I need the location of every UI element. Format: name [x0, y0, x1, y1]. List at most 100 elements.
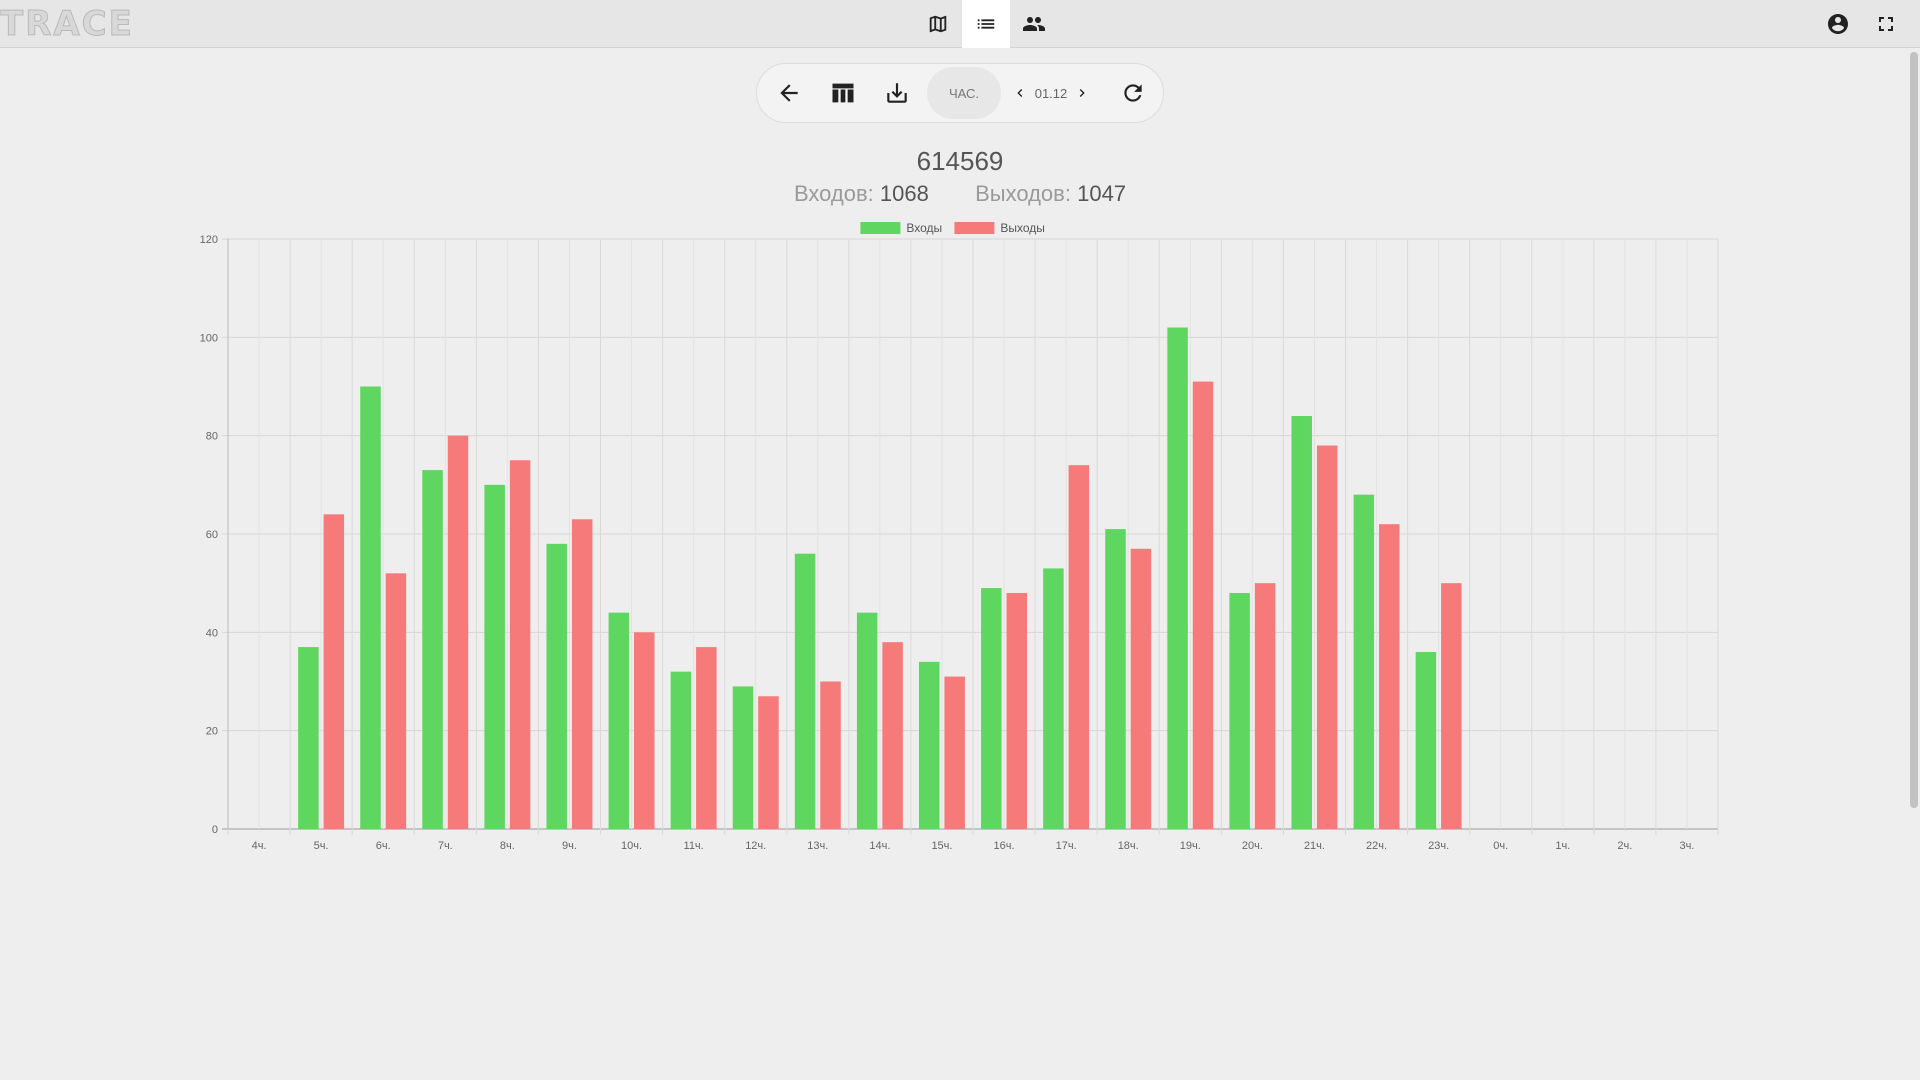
legend-label-entries[interactable]: Входы: [906, 221, 942, 235]
legend-label-exits[interactable]: Выходы: [1000, 221, 1045, 235]
tab-people[interactable]: [1010, 0, 1058, 48]
chevron-right-icon: [1079, 89, 1085, 97]
bar-entries[interactable]: [1229, 593, 1250, 829]
x-tick-label: 19ч.: [1180, 840, 1201, 852]
x-tick-label: 23ч.: [1428, 840, 1449, 852]
bar-entries[interactable]: [608, 612, 630, 829]
current-date[interactable]: 01.12: [1031, 86, 1071, 101]
x-tick-label: 4ч.: [252, 840, 267, 852]
x-tick-label: 13ч.: [807, 840, 828, 852]
bar-entries[interactable]: [1105, 529, 1126, 829]
x-tick-label: 1ч.: [1555, 840, 1570, 852]
bar-exits[interactable]: [509, 460, 531, 829]
bar-exits[interactable]: [1068, 465, 1090, 829]
bar-entries[interactable]: [670, 671, 692, 829]
account-button[interactable]: [1814, 0, 1862, 48]
x-tick-label: 11ч.: [684, 840, 704, 852]
x-tick-label: 21ч.: [1304, 840, 1325, 852]
bar-exits[interactable]: [634, 632, 655, 829]
bar-entries[interactable]: [1291, 416, 1312, 829]
bar-entries[interactable]: [1043, 568, 1064, 829]
list-icon: [977, 19, 995, 29]
bar-exits[interactable]: [1379, 524, 1400, 829]
refresh-button[interactable]: [1107, 67, 1159, 119]
date-navigator: 01.12: [1009, 73, 1093, 113]
bar-exits[interactable]: [696, 647, 717, 829]
x-tick-label: 12ч.: [745, 840, 766, 852]
x-tick-label: 15ч.: [931, 840, 952, 852]
bar-exits[interactable]: [1254, 583, 1276, 829]
y-tick-label: 20: [206, 726, 218, 738]
bar-exits[interactable]: [571, 519, 593, 829]
bar-exits[interactable]: [385, 573, 407, 829]
bar-exits[interactable]: [1192, 381, 1214, 829]
fullscreen-button[interactable]: [1862, 0, 1910, 48]
legend-swatch-exits[interactable]: [954, 222, 995, 234]
bar-entries[interactable]: [422, 470, 443, 829]
bar-entries[interactable]: [1353, 494, 1375, 829]
bar-exits[interactable]: [882, 642, 903, 829]
x-tick-label: 17ч.: [1056, 840, 1077, 852]
columns-icon: [832, 83, 854, 103]
account-icon: [1828, 14, 1848, 34]
people-icon: [1023, 17, 1045, 31]
hourly-bar-chart: 0 20 40 60 80 100 120 4ч. 5ч. 6ч. 7ч. 8ч. 9ч. 10ч. 11ч…: [200, 221, 1719, 852]
x-tick-label: 2ч.: [1617, 840, 1632, 852]
bar-exits[interactable]: [944, 676, 965, 829]
y-tick-label: 120: [200, 234, 218, 246]
exits-value: 1047: [1077, 181, 1127, 206]
bar-exits[interactable]: [758, 696, 779, 829]
columns-button[interactable]: [817, 67, 869, 119]
scrollbar-thumb[interactable]: [1910, 52, 1918, 808]
nav-tabs: [914, 0, 1058, 48]
x-tick-label: 6ч.: [376, 840, 391, 852]
fullscreen-icon: [1879, 17, 1893, 31]
y-tick-label: 60: [206, 529, 218, 541]
bar-entries[interactable]: [794, 553, 816, 829]
refresh-icon: [1124, 84, 1142, 102]
download-icon: [887, 83, 907, 103]
next-date-button[interactable]: [1071, 73, 1093, 113]
bar-exits[interactable]: [1006, 593, 1028, 829]
bar-entries[interactable]: [484, 484, 505, 829]
report-header: 614569 Входов: 1068 Выходов: 1047: [0, 146, 1920, 210]
x-tick-label: 20ч.: [1242, 840, 1263, 852]
bar-exits[interactable]: [1130, 548, 1152, 829]
x-tick-label: 5ч.: [314, 840, 329, 852]
bar-exits[interactable]: [323, 514, 345, 829]
report-toolbar: ЧАС. 01.12: [756, 63, 1164, 123]
chevron-left-icon: [1017, 89, 1023, 97]
bar-entries[interactable]: [856, 612, 878, 829]
top-right-actions: [1814, 0, 1910, 48]
prev-date-button[interactable]: [1009, 73, 1031, 113]
bar-exits[interactable]: [447, 435, 469, 829]
period-selector[interactable]: ЧАС.: [927, 67, 1001, 119]
tab-list[interactable]: [962, 0, 1010, 48]
bar-entries[interactable]: [546, 543, 567, 829]
x-tick-label: 16ч.: [994, 840, 1015, 852]
entries-value: 1068: [879, 181, 929, 206]
tab-map[interactable]: [914, 0, 962, 48]
entries-label: Входов:: [793, 181, 874, 206]
bar-entries[interactable]: [732, 686, 754, 829]
page-title: 614569: [916, 146, 1004, 176]
legend-swatch-entries[interactable]: [860, 222, 901, 234]
bar-entries[interactable]: [918, 661, 940, 829]
back-button[interactable]: [763, 67, 815, 119]
map-icon: [929, 15, 947, 33]
bar-exits[interactable]: [1316, 445, 1338, 830]
bar-entries[interactable]: [1415, 652, 1437, 829]
app-logo: TRACE: [0, 4, 134, 44]
back-arrow-icon: [780, 84, 798, 102]
exits-label: Выходов:: [975, 181, 1071, 206]
bar-entries[interactable]: [360, 386, 381, 830]
bar-entries[interactable]: [298, 647, 319, 829]
download-button[interactable]: [871, 67, 923, 119]
bar-entries[interactable]: [981, 588, 1002, 829]
bar-exits[interactable]: [1441, 583, 1462, 829]
y-tick-label: 80: [206, 431, 218, 443]
totals-line: Входов: 1068 Выходов: 1047: [0, 178, 1920, 210]
bar-entries[interactable]: [1167, 327, 1188, 830]
x-tick-label: 7ч.: [438, 840, 453, 852]
bar-exits[interactable]: [820, 681, 841, 830]
